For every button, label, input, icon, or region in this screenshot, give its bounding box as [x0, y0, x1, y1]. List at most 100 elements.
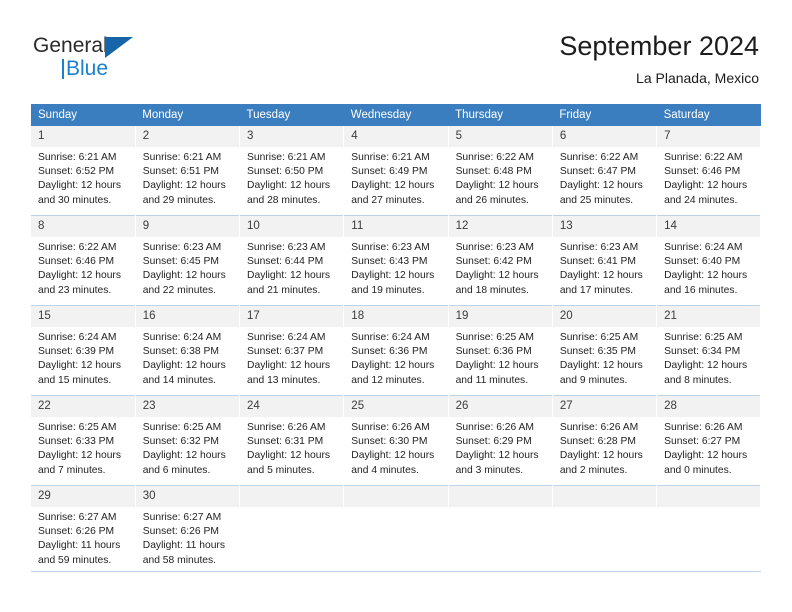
day-details: Sunrise: 6:22 AM Sunset: 6:48 PM Daylight:…: [449, 147, 552, 208]
sunrise-text: Sunrise: 6:24 AM: [142, 332, 222, 343]
sunset-text: Sunset: 6:30 PM: [351, 436, 428, 448]
day-number: 28: [657, 396, 761, 417]
calendar-day-cell[interactable]: 19 Sunrise: 6:25 AM Sunset: 6:36 PM Dayligh…: [448, 305, 553, 396]
sunset-text: Sunset: 6:33 PM: [38, 436, 115, 448]
calendar-day-cell[interactable]: 4 Sunrise: 6:21 AM Sunset: 6:49 PM Daylight…: [343, 126, 449, 216]
day-number: 1: [31, 126, 135, 147]
sunset-text: Sunset: 6:40 PM: [664, 256, 741, 268]
daylight-text-line1: Daylight: 12 hours: [351, 450, 435, 462]
sunset-text: Sunset: 6:26 PM: [38, 526, 115, 538]
day-details: Sunrise: 6:22 AM Sunset: 6:46 PM Daylight:…: [657, 147, 760, 208]
sunrise-text: Sunrise: 6:22 AM: [664, 152, 743, 163]
daylight-text-line2: and 26 minutes.: [455, 194, 529, 206]
day-details: Sunrise: 6:26 AM Sunset: 6:28 PM Daylight:…: [553, 417, 656, 478]
daylight-text-line2: and 58 minutes.: [142, 554, 217, 566]
sunrise-text: Sunrise: 6:21 AM: [38, 152, 117, 163]
sunrise-text: Sunrise: 6:22 AM: [455, 152, 534, 163]
day-number: 25: [344, 396, 448, 417]
sunset-text: Sunset: 6:34 PM: [664, 346, 741, 358]
calendar-day-cell[interactable]: 29 Sunrise: 6:27 AM Sunset: 6:26 PM Dayligh…: [31, 485, 136, 575]
daylight-text-line2: and 5 minutes.: [247, 464, 315, 476]
calendar-day-cell[interactable]: 2 Sunrise: 6:21 AM Sunset: 6:51 PM Daylight…: [135, 126, 241, 216]
calendar-day-cell[interactable]: 18 Sunrise: 6:24 AM Sunset: 6:36 PM Dayligh…: [343, 305, 449, 396]
daylight-text-line2: and 29 minutes.: [142, 194, 217, 206]
day-details: Sunrise: 6:24 AM Sunset: 6:36 PM Daylight:…: [344, 327, 447, 388]
daylight-text-line1: Daylight: 12 hours: [38, 180, 121, 192]
page-header: General Blue September 2024 La Planada, …: [0, 0, 792, 104]
sunrise-text: Sunrise: 6:27 AM: [142, 512, 222, 523]
calendar-day-cell[interactable]: 30 Sunrise: 6:27 AM Sunset: 6:26 PM Dayligh…: [135, 485, 241, 575]
sunrise-text: Sunrise: 6:23 AM: [455, 242, 534, 253]
daylight-text-line1: Daylight: 12 hours: [351, 180, 435, 192]
calendar-day-cell[interactable]: 7 Sunrise: 6:22 AM Sunset: 6:46 PM Daylight…: [656, 126, 762, 216]
sunset-text: Sunset: 6:36 PM: [351, 346, 428, 358]
calendar-day-cell[interactable]: 10 Sunrise: 6:23 AM Sunset: 6:44 PM Dayligh…: [239, 215, 345, 306]
day-number: 8: [31, 216, 135, 237]
calendar-day-cell[interactable]: 20 Sunrise: 6:25 AM Sunset: 6:35 PM Dayligh…: [552, 305, 658, 396]
brand-logo[interactable]: General Blue: [33, 34, 213, 86]
calendar-day-cell[interactable]: 12 Sunrise: 6:23 AM Sunset: 6:42 PM Dayligh…: [448, 215, 553, 306]
sunset-text: Sunset: 6:47 PM: [559, 166, 636, 178]
daylight-text-line1: Daylight: 12 hours: [142, 450, 226, 462]
daylight-text-line1: Daylight: 12 hours: [38, 450, 121, 462]
daylight-text-line2: and 2 minutes.: [559, 464, 628, 476]
sunrise-text: Sunrise: 6:26 AM: [247, 422, 326, 433]
calendar-day-cell[interactable]: 28 Sunrise: 6:26 AM Sunset: 6:27 PM Dayligh…: [656, 395, 762, 486]
day-number: 7: [657, 126, 761, 147]
calendar-day-cell[interactable]: 1 Sunrise: 6:21 AM Sunset: 6:52 PM Daylight…: [31, 126, 136, 216]
calendar-day-cell[interactable]: 13 Sunrise: 6:23 AM Sunset: 6:41 PM Dayligh…: [552, 215, 658, 306]
calendar-day-cell[interactable]: 22 Sunrise: 6:25 AM Sunset: 6:33 PM Dayligh…: [31, 395, 136, 486]
calendar-day-cell[interactable]: 6 Sunrise: 6:22 AM Sunset: 6:47 PM Daylight…: [552, 126, 658, 216]
sunrise-text: Sunrise: 6:23 AM: [142, 242, 222, 253]
calendar-day-cell[interactable]: 17 Sunrise: 6:24 AM Sunset: 6:37 PM Dayligh…: [239, 305, 345, 396]
calendar-day-cell[interactable]: 26 Sunrise: 6:26 AM Sunset: 6:29 PM Dayligh…: [448, 395, 553, 486]
calendar-day-cell[interactable]: 9 Sunrise: 6:23 AM Sunset: 6:45 PM Daylight…: [135, 215, 241, 306]
calendar-day-cell[interactable]: 24 Sunrise: 6:26 AM Sunset: 6:31 PM Dayligh…: [239, 395, 345, 486]
day-number: 3: [240, 126, 344, 147]
day-number: 18: [344, 306, 448, 327]
daylight-text-line1: Daylight: 12 hours: [142, 180, 226, 192]
sunset-text: Sunset: 6:49 PM: [351, 166, 428, 178]
calendar-week-row: 29 Sunrise: 6:27 AM Sunset: 6:26 PM Dayligh…: [31, 485, 762, 575]
day-number: [552, 486, 657, 507]
daylight-text-line2: and 7 minutes.: [38, 464, 106, 476]
sunrise-text: Sunrise: 6:25 AM: [38, 422, 117, 433]
day-details: Sunrise: 6:23 AM Sunset: 6:42 PM Daylight:…: [449, 237, 552, 298]
day-number: 5: [448, 126, 552, 147]
day-number: 27: [552, 396, 657, 417]
calendar-day-cell[interactable]: 3 Sunrise: 6:21 AM Sunset: 6:50 PM Daylight…: [239, 126, 345, 216]
day-number: 10: [240, 216, 344, 237]
day-number: 2: [135, 126, 240, 147]
sunset-text: Sunset: 6:45 PM: [142, 256, 219, 268]
day-number: 22: [31, 396, 135, 417]
day-details: Sunrise: 6:23 AM Sunset: 6:44 PM Daylight:…: [240, 237, 343, 298]
day-details: Sunrise: 6:24 AM Sunset: 6:39 PM Daylight:…: [31, 327, 135, 388]
day-details: Sunrise: 6:21 AM Sunset: 6:51 PM Daylight:…: [136, 147, 239, 208]
calendar-day-cell[interactable]: 23 Sunrise: 6:25 AM Sunset: 6:32 PM Dayligh…: [135, 395, 241, 486]
calendar-day-cell[interactable]: 5 Sunrise: 6:22 AM Sunset: 6:48 PM Daylight…: [448, 126, 553, 216]
calendar-day-cell[interactable]: 8 Sunrise: 6:22 AM Sunset: 6:46 PM Daylight…: [31, 215, 136, 306]
sunrise-text: Sunrise: 6:23 AM: [559, 242, 639, 253]
daylight-text-line2: and 6 minutes.: [142, 464, 211, 476]
calendar-day-cell[interactable]: 27 Sunrise: 6:26 AM Sunset: 6:28 PM Dayligh…: [552, 395, 658, 486]
calendar-week-row: 22 Sunrise: 6:25 AM Sunset: 6:33 PM Dayligh…: [31, 395, 762, 486]
sunrise-text: Sunrise: 6:22 AM: [38, 242, 117, 253]
calendar-day-cell[interactable]: 11 Sunrise: 6:23 AM Sunset: 6:43 PM Dayligh…: [343, 215, 449, 306]
daylight-text-line2: and 15 minutes.: [38, 374, 112, 386]
page-title: September 2024: [559, 31, 759, 61]
calendar-day-cell[interactable]: 21 Sunrise: 6:25 AM Sunset: 6:34 PM Dayligh…: [656, 305, 762, 396]
daylight-text-line1: Daylight: 12 hours: [559, 180, 643, 192]
calendar-day-cell[interactable]: 14 Sunrise: 6:24 AM Sunset: 6:40 PM Dayligh…: [656, 215, 762, 306]
day-details: Sunrise: 6:23 AM Sunset: 6:41 PM Daylight:…: [553, 237, 656, 298]
calendar-day-cell[interactable]: 25 Sunrise: 6:26 AM Sunset: 6:30 PM Dayligh…: [343, 395, 449, 486]
calendar-day-cell[interactable]: 15 Sunrise: 6:24 AM Sunset: 6:39 PM Dayligh…: [31, 305, 136, 396]
calendar-week-row: 1 Sunrise: 6:21 AM Sunset: 6:52 PM Daylight…: [31, 126, 762, 216]
daylight-text-line2: and 0 minutes.: [664, 464, 732, 476]
calendar-body: 1 Sunrise: 6:21 AM Sunset: 6:52 PM Daylight…: [31, 126, 762, 575]
sunrise-text: Sunrise: 6:26 AM: [351, 422, 430, 433]
calendar-day-cell-empty: [239, 485, 345, 575]
sunset-text: Sunset: 6:28 PM: [559, 436, 636, 448]
day-number: 21: [657, 306, 761, 327]
daylight-text-line1: Daylight: 12 hours: [351, 360, 435, 372]
calendar-day-cell[interactable]: 16 Sunrise: 6:24 AM Sunset: 6:38 PM Dayligh…: [135, 305, 241, 396]
